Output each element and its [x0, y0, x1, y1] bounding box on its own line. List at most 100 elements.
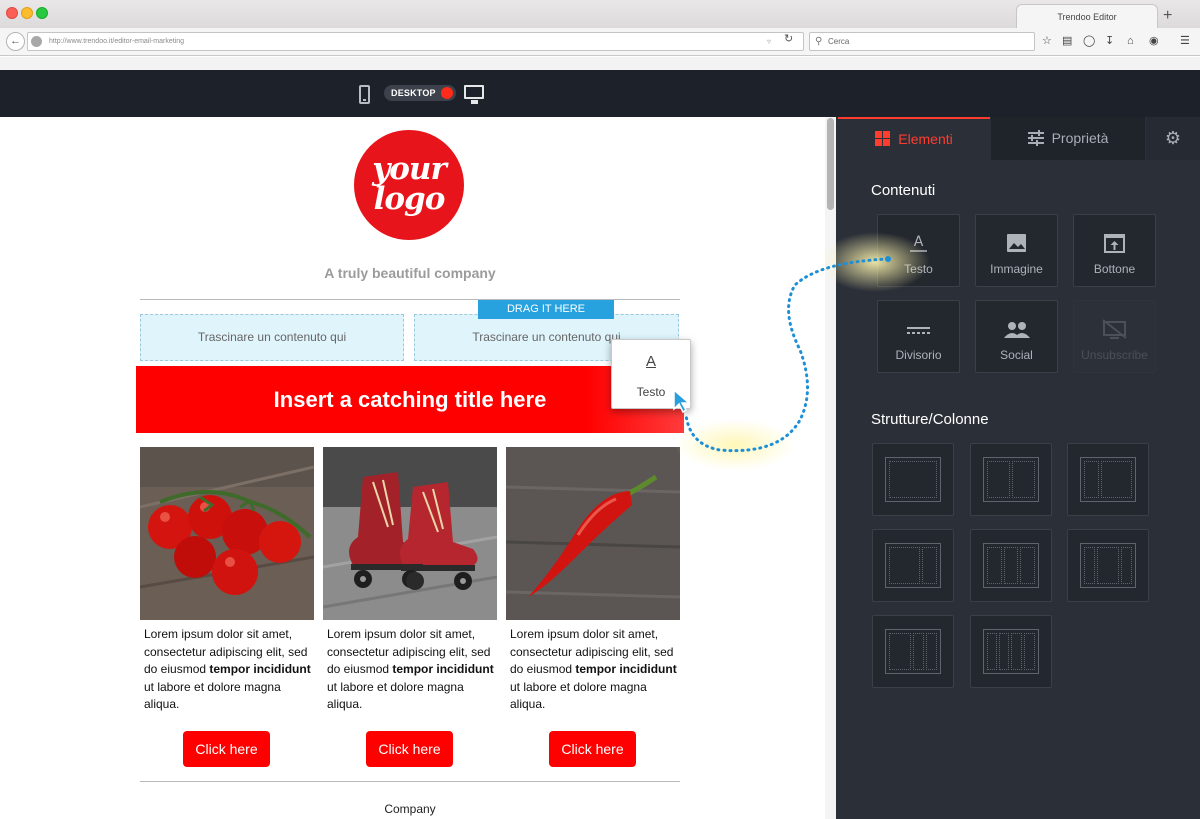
drag-it-here-label: DRAG IT HERE: [478, 300, 614, 319]
home-icon[interactable]: ⌂: [1127, 34, 1134, 48]
image-icon: [976, 232, 1057, 254]
menu-icon[interactable]: ☰: [1180, 34, 1190, 48]
column-text-2[interactable]: Lorem ipsum dolor sit amet, consectetur …: [327, 626, 501, 714]
structure-icon: [1080, 457, 1136, 502]
click-here-button-2[interactable]: Click here: [366, 731, 453, 767]
structure-2-columns-right-narrow[interactable]: [872, 529, 954, 602]
element-bottone-label: Bottone: [1093, 262, 1136, 276]
click-here-button-1[interactable]: Click here: [183, 731, 270, 767]
element-immagine[interactable]: Immagine: [975, 214, 1058, 287]
social-icon: [976, 318, 1057, 340]
search-input[interactable]: ⚲ Cerca: [809, 32, 1035, 51]
svg-text:A: A: [914, 234, 924, 250]
tomatoes-image[interactable]: [140, 447, 314, 620]
element-social[interactable]: Social: [975, 300, 1058, 373]
column-text-3-b: ut labore et dolore magna aliqua.: [510, 679, 647, 712]
structure-2-columns[interactable]: [970, 443, 1052, 516]
reading-list-icon[interactable]: ▤: [1062, 34, 1072, 48]
url-bar[interactable]: http://www.trendoo.it/editor-email-marke…: [27, 32, 804, 51]
structure-2-columns-left-narrow[interactable]: [1067, 443, 1149, 516]
close-window-icon[interactable]: [6, 7, 18, 19]
drop-zone-left[interactable]: Trascinare un contenuto qui: [140, 314, 404, 361]
structure-icon: [885, 457, 941, 502]
title-banner[interactable]: Insert a catching title here: [136, 366, 684, 433]
click-here-button-3[interactable]: Click here: [549, 731, 636, 767]
sliders-icon: [1027, 129, 1044, 146]
bookmark-star-icon[interactable]: ☆: [1042, 34, 1052, 48]
element-divisorio[interactable]: Divisorio: [877, 300, 960, 373]
pocket-icon[interactable]: ◯: [1083, 34, 1095, 48]
globe-icon: [31, 36, 42, 47]
dropdown-arrow-icon[interactable]: ▿: [767, 36, 771, 48]
chat-icon[interactable]: ◉: [1149, 34, 1159, 48]
maximize-window-icon[interactable]: [36, 7, 48, 19]
structure-icon: [983, 543, 1039, 588]
column-text-3[interactable]: Lorem ipsum dolor sit amet, consectetur …: [510, 626, 684, 714]
logo-line-1: your: [372, 151, 447, 187]
toolbar-gap: [0, 57, 1200, 70]
structure-icon: [885, 629, 941, 674]
search-placeholder: Cerca: [828, 37, 850, 46]
column-text-3-bold: tempor incididunt: [575, 662, 677, 676]
gear-icon[interactable]: ⚙: [1146, 117, 1200, 160]
text-icon: A: [645, 353, 656, 370]
structure-icon: [983, 457, 1039, 502]
column-text-1[interactable]: Lorem ipsum dolor sit amet, consectetur …: [144, 626, 318, 714]
element-unsubscribe-label: Unsubscribe: [1081, 348, 1148, 362]
tab-elementi[interactable]: Elementi: [838, 117, 990, 160]
minimize-window-icon[interactable]: [21, 7, 33, 19]
tab-elementi-label: Elementi: [898, 131, 953, 147]
divider-icon: [878, 318, 959, 340]
column-text-1-bold: tempor incididunt: [209, 662, 311, 676]
structure-4-columns[interactable]: [970, 615, 1052, 688]
text-icon: A: [878, 232, 959, 254]
logo[interactable]: your logo: [354, 130, 464, 240]
new-tab-button[interactable]: +: [1163, 6, 1172, 26]
mobile-view-icon[interactable]: [359, 85, 370, 104]
browser-tab[interactable]: Trendoo Editor: [1016, 4, 1158, 30]
button-icon: [1074, 232, 1155, 254]
footer-company[interactable]: Company: [140, 801, 680, 817]
column-text-2-b: ut labore et dolore magna aliqua.: [327, 679, 464, 712]
element-divisorio-label: Divisorio: [895, 348, 942, 362]
browser-titlebar: Trendoo Editor +: [0, 0, 1200, 30]
element-immagine-label: Immagine: [990, 262, 1043, 276]
canvas-scrollbar[interactable]: [825, 117, 836, 819]
url-text: http://www.trendoo.it/editor-email-marke…: [49, 38, 184, 45]
desktop-view-icon[interactable]: [464, 85, 484, 104]
browser-navbar: ← http://www.trendoo.it/editor-email-mar…: [0, 28, 1200, 56]
view-mode-toggle[interactable]: DESKTOP: [384, 85, 456, 101]
scrollbar-thumb[interactable]: [827, 118, 834, 210]
element-testo-label: Testo: [904, 262, 933, 276]
structure-3-columns[interactable]: [970, 529, 1052, 602]
download-icon[interactable]: ↧: [1105, 34, 1114, 48]
company-tagline[interactable]: A truly beautiful company: [140, 264, 680, 282]
app-window: Trendoo Editor + ← http://www.trendoo.it…: [0, 0, 1200, 819]
contenuti-title: Contenuti: [871, 182, 936, 199]
editor-toolbar: [0, 70, 1200, 117]
footer-divider: [140, 781, 680, 782]
back-arrow-icon[interactable]: ←: [6, 32, 25, 51]
tab-proprieta[interactable]: Proprietà: [991, 117, 1145, 160]
search-icon: ⚲: [815, 36, 823, 47]
reload-icon[interactable]: ↻: [784, 33, 793, 45]
structure-icon: [1080, 543, 1136, 588]
chili-pepper-image[interactable]: [506, 447, 680, 620]
roller-skates-image[interactable]: [323, 447, 497, 620]
element-bottone[interactable]: Bottone: [1073, 214, 1156, 287]
structure-3-columns-wide-left[interactable]: [872, 615, 954, 688]
elements-grid-icon: [875, 131, 891, 147]
logo-line-2: logo: [373, 181, 446, 217]
column-text-1-b: ut labore et dolore magna aliqua.: [144, 679, 281, 712]
structure-1-column[interactable]: [872, 443, 954, 516]
toggle-knob: [441, 87, 453, 99]
structure-3-columns-wide-middle[interactable]: [1067, 529, 1149, 602]
tab-proprieta-label: Proprietà: [1051, 130, 1109, 146]
structure-icon: [885, 543, 941, 588]
unsubscribe-icon: [1074, 318, 1155, 340]
column-text-2-bold: tempor incididunt: [392, 662, 494, 676]
structure-icon: [983, 629, 1039, 674]
mouse-cursor-icon: [673, 388, 692, 414]
view-mode-label: DESKTOP: [391, 88, 436, 98]
element-testo[interactable]: A Testo: [877, 214, 960, 287]
